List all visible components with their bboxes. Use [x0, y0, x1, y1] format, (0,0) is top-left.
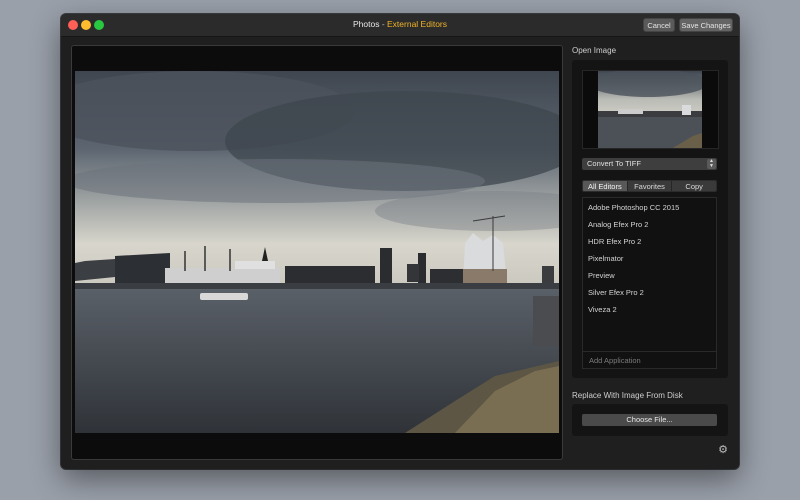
choose-file-button[interactable]: Choose File... [582, 414, 717, 426]
replace-image-label: Replace With Image From Disk [572, 391, 683, 400]
list-item[interactable]: HDR Efex Pro 2 [588, 237, 641, 246]
window-title: Photos - External Editors [61, 19, 739, 29]
image-thumbnail[interactable] [598, 71, 702, 148]
list-item[interactable]: Silver Efex Pro 2 [588, 288, 644, 297]
list-item[interactable]: Pixelmator [588, 254, 623, 263]
image-preview [71, 45, 563, 460]
editor-filter-tabs: All Editors Favorites Copy [582, 180, 717, 192]
list-item[interactable]: Analog Efex Pro 2 [588, 220, 648, 229]
cancel-button[interactable]: Cancel [643, 18, 675, 32]
harbor-photo [75, 71, 559, 433]
list-item[interactable]: Viveza 2 [588, 305, 617, 314]
application-list: Adobe Photoshop CC 2015 Analog Efex Pro … [582, 197, 717, 369]
tab-all-editors[interactable]: All Editors [583, 181, 628, 191]
list-item[interactable]: Preview [588, 271, 615, 280]
convert-format-select[interactable]: Convert To TIFF ▲ ▼ [582, 158, 717, 170]
convert-format-value: Convert To TIFF [587, 159, 641, 168]
open-image-label: Open Image [572, 46, 617, 55]
thumbnail-frame [582, 70, 719, 149]
up-down-arrows-icon: ▲ ▼ [707, 159, 716, 169]
open-image-panel: Convert To TIFF ▲ ▼ All Editors Favorites… [572, 60, 728, 378]
save-changes-button[interactable]: Save Changes [679, 18, 733, 32]
tab-copy[interactable]: Copy [672, 181, 716, 191]
app-name: Photos [352, 19, 380, 29]
add-application-field[interactable]: Add Application [583, 351, 716, 368]
title-section: External Editors [387, 19, 448, 29]
tab-favorites[interactable]: Favorites [627, 181, 673, 191]
external-editors-window: Photos - External Editors Cancel Save Ch… [61, 14, 739, 469]
list-item[interactable]: Adobe Photoshop CC 2015 [588, 203, 679, 212]
title-bar: Photos - External Editors Cancel Save Ch… [61, 14, 739, 37]
replace-image-panel: Choose File... [572, 404, 728, 436]
gear-icon[interactable]: ⚙ [717, 444, 729, 456]
title-separator: - [379, 19, 388, 29]
